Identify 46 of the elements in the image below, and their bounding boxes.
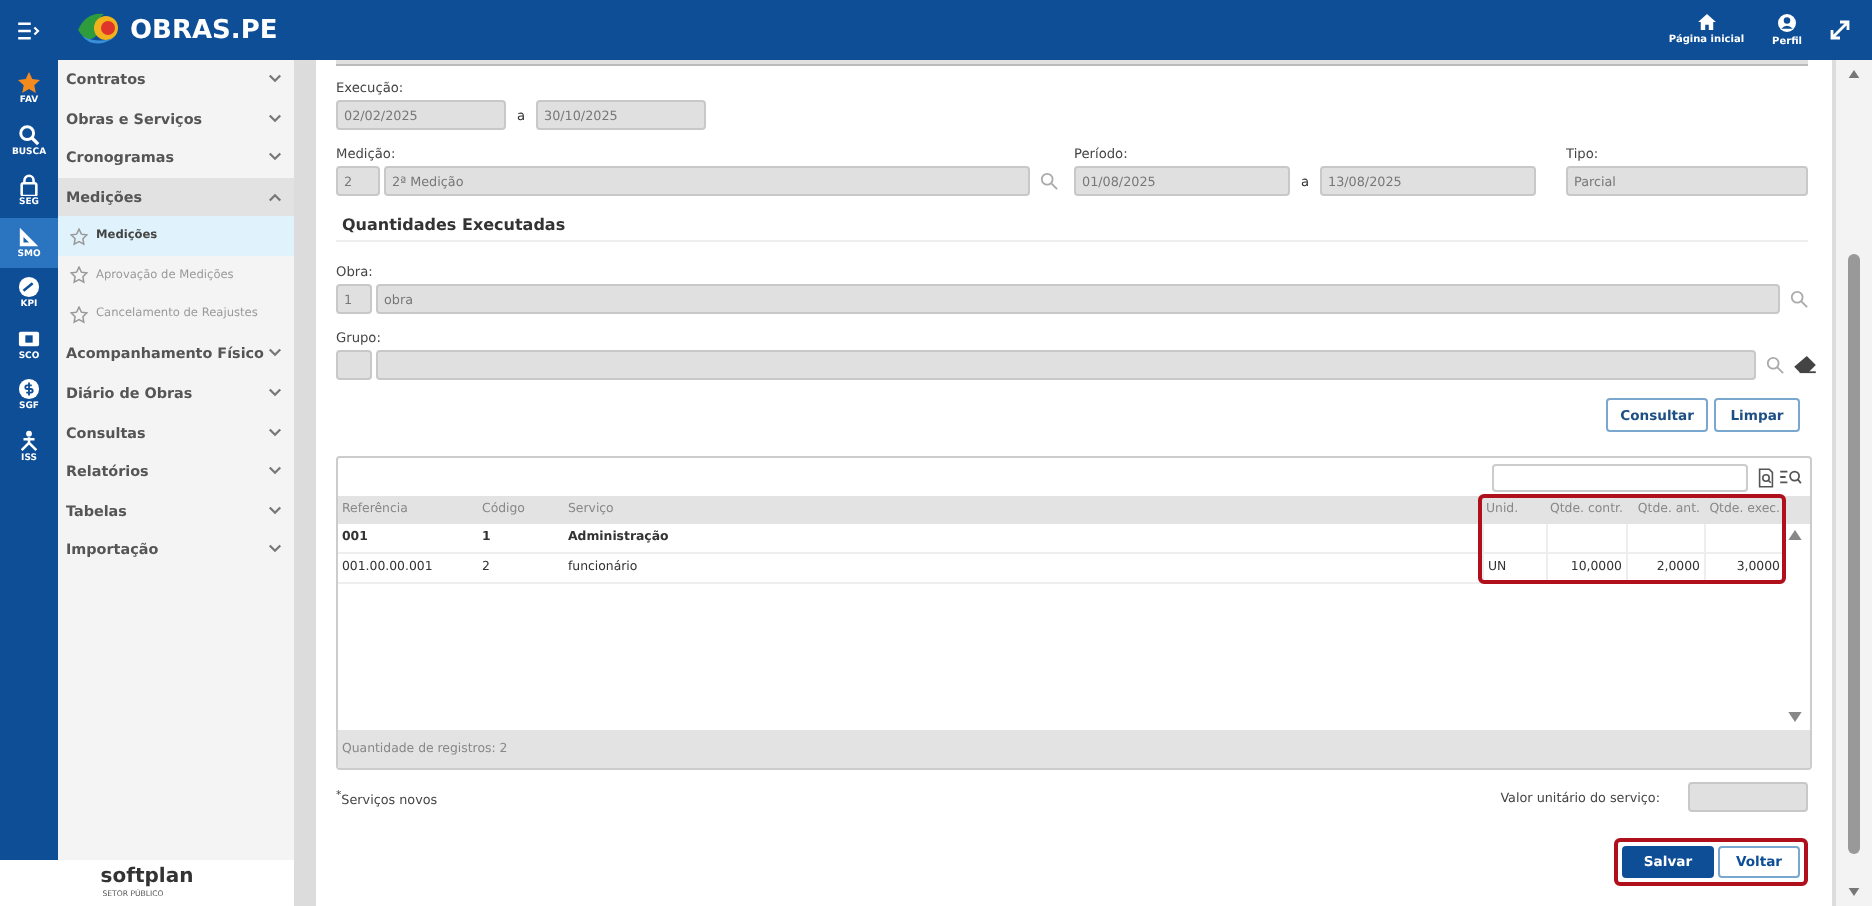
list-search-icon[interactable] xyxy=(1780,468,1802,486)
eraser-icon[interactable] xyxy=(1794,356,1816,374)
money-icon xyxy=(18,327,40,350)
star-icon xyxy=(70,227,88,246)
expand-chevron-icon xyxy=(268,427,282,438)
expand-icon[interactable] xyxy=(1830,20,1850,40)
scroll-thumb[interactable] xyxy=(1848,253,1860,853)
scroll-up-icon[interactable] xyxy=(1848,70,1860,78)
collapse-chevron-icon xyxy=(268,192,282,203)
search-icon xyxy=(18,123,40,146)
app-title: OBRAS.PE xyxy=(130,15,278,45)
home-icon xyxy=(1697,14,1716,30)
logo-icon xyxy=(74,10,122,50)
person-icon xyxy=(18,429,40,452)
search-icon[interactable] xyxy=(1040,172,1058,190)
table-search-field[interactable] xyxy=(1492,463,1748,491)
profile-icon xyxy=(1778,13,1797,31)
page-scrollbar[interactable] xyxy=(1832,60,1872,906)
expand-chevron-icon xyxy=(268,544,282,555)
input-field[interactable] xyxy=(336,350,372,380)
ruler-icon xyxy=(18,225,40,248)
lock-icon xyxy=(18,174,40,197)
expand-chevron-icon xyxy=(268,348,282,359)
search-icon[interactable] xyxy=(1790,290,1808,308)
document-search-icon[interactable] xyxy=(1758,467,1774,487)
expand-chevron-icon xyxy=(268,152,282,163)
expand-chevron-icon xyxy=(268,466,282,477)
brand-name: softplan xyxy=(100,868,194,888)
sidebar-scrollbar[interactable] xyxy=(294,60,316,906)
menu-icon[interactable] xyxy=(18,21,40,39)
gauge-icon xyxy=(18,276,40,299)
star-icon xyxy=(70,305,88,324)
expand-chevron-icon xyxy=(268,388,282,399)
scroll-down-icon[interactable] xyxy=(1788,712,1802,722)
scroll-down-icon[interactable] xyxy=(1848,888,1860,896)
input-field[interactable] xyxy=(1688,782,1808,812)
expand-chevron-icon xyxy=(268,505,282,516)
star-icon xyxy=(70,266,88,285)
search-icon[interactable] xyxy=(1766,356,1784,374)
expand-chevron-icon xyxy=(268,113,282,124)
star-icon xyxy=(18,72,40,95)
coin-icon xyxy=(18,378,40,401)
expand-chevron-icon xyxy=(268,74,282,85)
scroll-up-icon[interactable] xyxy=(1788,530,1802,540)
input-field[interactable] xyxy=(376,350,1756,380)
section-title: Quantidades Executadas xyxy=(336,216,1808,242)
